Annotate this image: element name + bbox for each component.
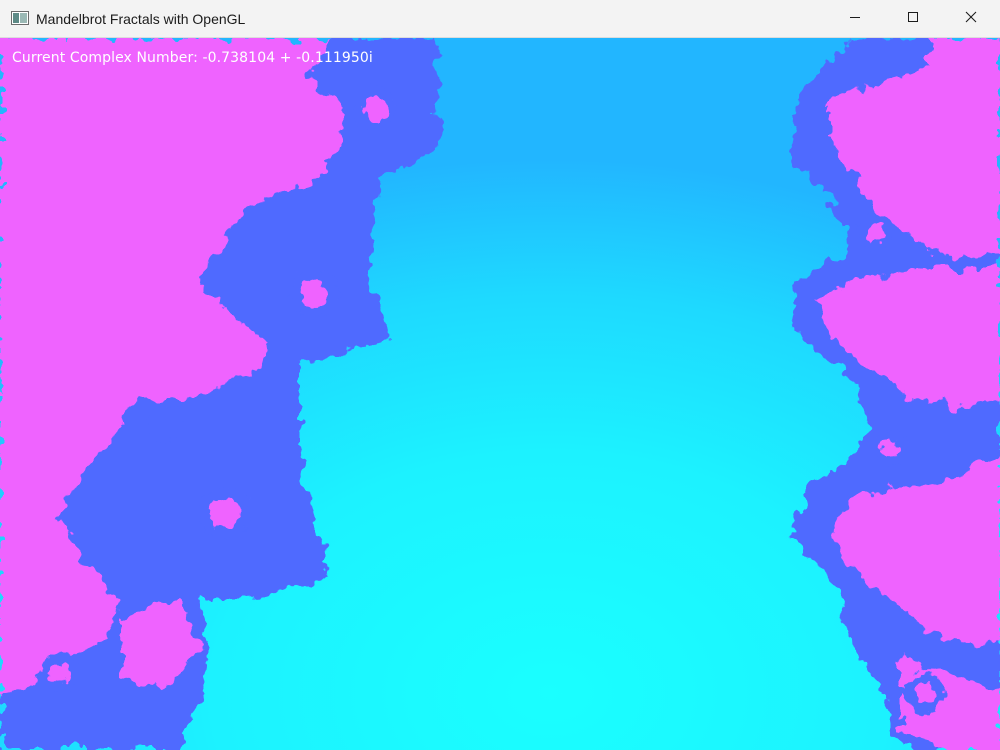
opengl-canvas[interactable]: Current Complex Number: -0.738104 + -0.1… <box>0 38 1000 750</box>
title-bar[interactable]: Mandelbrot Fractals with OpenGL <box>0 0 1000 38</box>
minimize-icon <box>849 10 861 28</box>
minimize-button[interactable] <box>826 0 884 38</box>
julia-fractal-render[interactable] <box>0 38 1000 750</box>
maximize-button[interactable] <box>884 0 942 38</box>
close-icon <box>965 10 977 28</box>
window-title: Mandelbrot Fractals with OpenGL <box>36 11 246 27</box>
close-button[interactable] <box>942 0 1000 38</box>
app-window: Mandelbrot Fractals with OpenGL Current … <box>0 0 1000 750</box>
complex-number-readout: Current Complex Number: -0.738104 + -0.1… <box>12 50 373 66</box>
maximize-icon <box>907 10 919 28</box>
app-window-icon <box>11 11 29 25</box>
